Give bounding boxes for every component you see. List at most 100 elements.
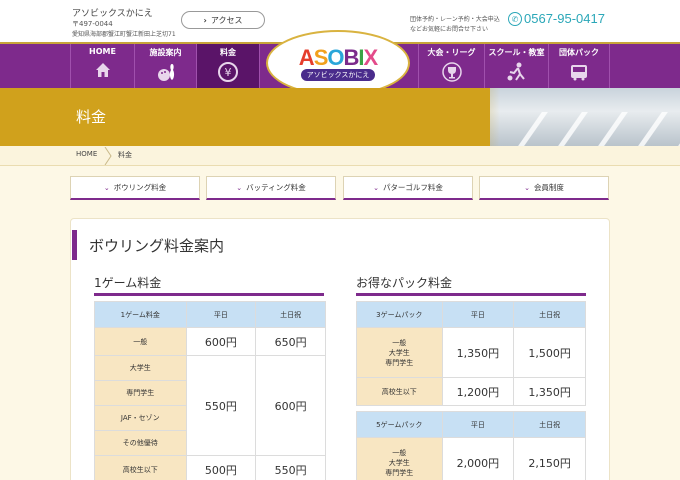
svg-text:¥: ¥: [225, 66, 232, 79]
chevron-right-icon: ›: [203, 15, 207, 25]
inquiry-text-2: などお気軽にお問合せ下さい: [410, 26, 489, 33]
nav-group-pack[interactable]: 団体パック: [548, 44, 610, 88]
category-cell: JAF・セゾン: [94, 405, 187, 431]
table-header: 1ゲーム料金: [94, 301, 187, 328]
logo-subtitle: アソビックスかにえ: [300, 69, 376, 81]
tab-bowling-price[interactable]: ⌄ ボウリング料金: [70, 176, 200, 200]
table-header-row: 1ゲーム料金 平日 土日祝: [94, 301, 326, 328]
nav-school[interactable]: スクール・教室: [484, 44, 548, 88]
table-row: 一般 大学生 専門学生 2,000円 2,150円: [356, 437, 586, 480]
category-line: 大学生: [388, 348, 410, 357]
table-row: 一般 大学生 専門学生 1,350円 1,500円: [356, 327, 586, 378]
nav-home[interactable]: HOME: [70, 44, 134, 88]
price-cell: 1,350円: [441, 327, 515, 378]
category-line: 大学生: [388, 458, 410, 467]
category-cell: 高校生以下: [94, 455, 187, 480]
price-cell: 500円: [185, 455, 257, 480]
price-cell: 1,500円: [513, 327, 586, 378]
category-cell: 専門学生: [94, 380, 187, 406]
price-cell: 2,150円: [513, 437, 586, 480]
nav-group-pack-label: 団体パック: [559, 48, 599, 57]
yen-icon: ¥: [217, 61, 239, 83]
table-header: 土日祝: [513, 411, 586, 438]
chevron-down-icon: ⌄: [236, 183, 243, 192]
access-button[interactable]: › アクセス: [181, 11, 265, 29]
table-header: 平日: [441, 301, 515, 328]
nav-facility[interactable]: 施設案内: [134, 44, 196, 88]
five-game-pack-table: 5ゲームパック 平日 土日祝 一般 大学生 専門学生 2,000円 2,150円: [356, 411, 586, 480]
phone-icon: ✆: [508, 12, 522, 26]
address: 愛知県海部郡蟹江町蟹江新田上芝切71: [72, 31, 176, 38]
nav-tournament[interactable]: 大会・リーグ: [418, 44, 484, 88]
nav-school-label: スクール・教室: [488, 48, 545, 57]
tab-label: 会員制度: [533, 183, 564, 192]
zip-code: 〒497-0044: [72, 20, 113, 28]
tab-label: バッティング料金: [246, 183, 306, 192]
tab-putter-golf-price[interactable]: ⌄ パターゴルフ料金: [343, 176, 473, 200]
home-icon: [92, 59, 114, 81]
breadcrumb-separator-icon: [104, 147, 112, 165]
category-cell: 大学生: [94, 355, 187, 381]
price-cell: 550円: [185, 355, 257, 456]
three-game-pack-table: 3ゲームパック 平日 土日祝 一般 大学生 専門学生 1,350円 1,500円…: [356, 301, 586, 406]
nav-facility-label: 施設案内: [149, 48, 182, 57]
breadcrumb: [0, 146, 680, 166]
section-heading: ボウリング料金案内: [72, 230, 224, 260]
price-cell: 600円: [185, 327, 257, 356]
breadcrumb-current: 料金: [118, 151, 132, 159]
category-line: 専門学生: [385, 358, 414, 367]
chevron-down-icon: ⌄: [103, 183, 110, 192]
shop-name: アソビックスかにえ: [72, 9, 153, 19]
trophy-icon: [441, 61, 463, 83]
category-cell: 高校生以下: [356, 377, 443, 406]
bus-icon: [568, 61, 590, 83]
table-row: 高校生以下 500円 550円: [94, 455, 326, 480]
price-cell: 1,350円: [513, 377, 586, 406]
nav-tournament-label: 大会・リーグ: [427, 48, 476, 57]
category-cell: 一般 大学生 専門学生: [356, 327, 443, 378]
price-cell: 550円: [255, 455, 326, 480]
inquiry-text-1: 団体予約・レーン予約・大会申込: [410, 16, 500, 23]
table-header: 平日: [185, 301, 257, 328]
logo-wordmark: ASOBIX: [298, 45, 378, 70]
category-line: 一般: [392, 338, 407, 347]
table-header-row: 3ゲームパック 平日 土日祝: [356, 301, 586, 328]
category-cell: その他優待: [94, 430, 187, 456]
breadcrumb-home[interactable]: HOME: [76, 150, 97, 158]
tab-membership[interactable]: ⌄ 会員制度: [479, 176, 609, 200]
table-header: 3ゲームパック: [356, 301, 443, 328]
access-label: アクセス: [210, 15, 243, 25]
bowler-icon: [506, 61, 528, 83]
category-cell: 一般 大学生 専門学生: [356, 437, 443, 480]
bowling-icon: [155, 61, 177, 83]
nav-price-label: 料金: [220, 48, 236, 57]
nav-home-label: HOME: [89, 47, 116, 56]
category-line: 専門学生: [385, 468, 414, 477]
site-logo[interactable]: ASOBIX アソビックスかにえ: [266, 30, 410, 96]
table-header: 土日祝: [255, 301, 326, 328]
table-header-row: 5ゲームパック 平日 土日祝: [356, 411, 586, 438]
single-game-heading: 1ゲーム料金: [94, 274, 324, 296]
price-cell: 2,000円: [441, 437, 515, 480]
bowling-lanes-photo: [490, 88, 680, 146]
table-row: 高校生以下 1,200円 1,350円: [356, 377, 586, 406]
table-header: 5ゲームパック: [356, 411, 443, 438]
price-cell: 1,200円: [441, 377, 515, 406]
tab-label: パターゴルフ料金: [382, 183, 443, 192]
nav-price[interactable]: 料金 ¥: [196, 44, 260, 88]
table-header: 平日: [441, 411, 515, 438]
tab-batting-price[interactable]: ⌄ バッティング料金: [206, 176, 336, 200]
category-line: 一般: [392, 448, 407, 457]
phone-number[interactable]: 0567-95-0417: [524, 11, 605, 26]
tab-label: ボウリング料金: [113, 183, 167, 192]
chevron-down-icon: ⌄: [524, 183, 530, 192]
pack-heading: お得なパック料金: [356, 274, 586, 296]
table-row: 一般 600円 650円: [94, 327, 326, 356]
chevron-down-icon: ⌄: [373, 183, 379, 192]
table-header: 土日祝: [513, 301, 586, 328]
single-game-table: 1ゲーム料金 平日 土日祝 一般 600円 650円 大学生 550円 600円…: [94, 301, 326, 480]
table-row: 大学生 550円 600円: [94, 355, 326, 456]
banner-fade: [440, 88, 500, 146]
page-title: 料金: [76, 108, 107, 126]
category-cell: 一般: [94, 327, 187, 356]
